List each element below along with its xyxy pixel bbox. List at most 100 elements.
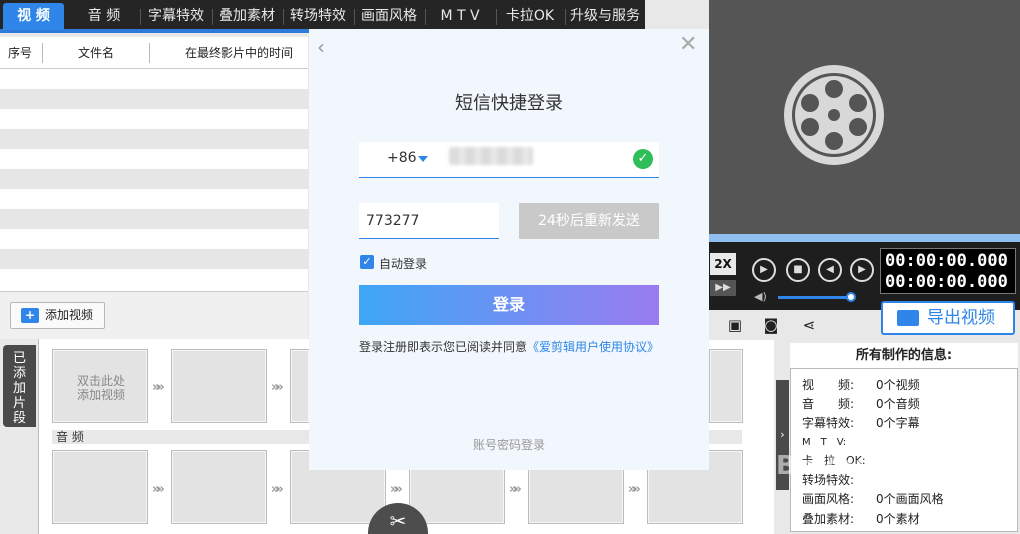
tab-subtitle-effects[interactable]: 字幕特效 — [144, 3, 208, 30]
save-as-icon[interactable]: ◙ — [762, 316, 780, 334]
reel-hole — [801, 118, 819, 136]
column-header-time[interactable]: 在最终影片中的时间 — [150, 37, 328, 69]
phone-number-masked — [449, 147, 533, 165]
volume-icon[interactable]: ◀) — [754, 290, 767, 303]
fast-forward-icon[interactable]: ▶▶ — [710, 280, 736, 296]
info-value-video: 0个视频 — [876, 378, 920, 392]
next-arrow-icon: »» — [271, 380, 284, 395]
info-value-picture-style: 0个画面风格 — [876, 492, 944, 506]
added-segments-tab[interactable]: 已添加片段 — [3, 345, 36, 427]
reel-hole — [828, 109, 840, 121]
next-frame-icon[interactable]: ▶ — [850, 258, 874, 282]
current-time: 00:00:00.000 — [885, 251, 1008, 271]
table-row — [0, 209, 308, 229]
info-value-overlay: 0个素材 — [876, 512, 920, 526]
next-arrow-icon: »» — [628, 482, 641, 497]
tab-divider — [140, 9, 141, 25]
info-key-subtitle: 字幕特效: — [802, 416, 855, 430]
clip-table-body — [0, 69, 308, 291]
reel-hole — [849, 94, 867, 112]
tab-picture-style[interactable]: 画面风格 — [357, 3, 421, 30]
next-arrow-icon: »» — [152, 482, 165, 497]
reel-hole — [825, 132, 843, 150]
reel-hole — [849, 118, 867, 136]
chevron-down-icon[interactable] — [418, 156, 428, 162]
login-button[interactable]: 登录 — [359, 285, 659, 325]
tab-mtv[interactable]: M T V — [428, 3, 492, 30]
tab-overlay-materials[interactable]: 叠加素材 — [215, 3, 279, 30]
auto-login-label[interactable]: 自动登录 — [379, 255, 427, 272]
column-header-index[interactable]: 序号 — [0, 37, 40, 69]
tab-karaoke[interactable]: 卡拉OK — [499, 3, 561, 30]
speed-button[interactable]: 2X — [710, 253, 736, 275]
info-key-video: 视 频: — [802, 378, 855, 392]
clip-slot[interactable] — [290, 349, 310, 423]
stop-icon[interactable]: ■ — [786, 258, 810, 282]
table-row — [0, 89, 308, 109]
next-arrow-icon: »» — [390, 482, 403, 497]
auto-login-checkbox[interactable]: ✓ — [360, 255, 374, 269]
added-segments-label: 已添加片段 — [12, 351, 26, 426]
export-video-button[interactable]: 导出视频 — [881, 301, 1015, 335]
info-key-picture-style: 画面风格: — [802, 492, 855, 506]
next-arrow-icon: »» — [509, 482, 522, 497]
verification-code-input[interactable] — [359, 203, 499, 239]
tab-upgrade-service[interactable]: 升级与服务 — [567, 3, 643, 30]
tab-divider — [354, 9, 355, 25]
password-login-link[interactable]: 账号密码登录 — [309, 436, 709, 453]
info-key-overlay: 叠加素材: — [802, 512, 855, 526]
production-info-title: 所有制作的信息: — [790, 343, 1018, 369]
info-value-audio: 0个音频 — [876, 397, 920, 411]
tab-divider — [496, 9, 497, 25]
back-arrow-icon[interactable]: ‹ — [317, 35, 325, 59]
country-code-select[interactable]: +86 — [387, 150, 417, 166]
close-icon[interactable]: ✕ — [679, 32, 697, 57]
tab-divider — [565, 9, 566, 25]
export-video-label: 导出视频 — [927, 308, 995, 328]
volume-knob[interactable] — [846, 292, 856, 302]
tab-divider — [283, 9, 284, 25]
tab-divider — [425, 9, 426, 25]
add-video-button[interactable]: + 添加视频 — [10, 302, 105, 329]
play-icon[interactable]: ▶ — [752, 258, 776, 282]
clip-slot[interactable] — [171, 349, 267, 423]
table-row — [0, 129, 308, 149]
total-time: 00:00:00.000 — [885, 272, 1008, 292]
tab-transition-effects[interactable]: 转场特效 — [286, 3, 350, 30]
reel-hole — [825, 80, 843, 98]
column-divider — [42, 43, 43, 63]
column-header-filename[interactable]: 文件名 — [44, 37, 148, 69]
audio-slot[interactable] — [52, 450, 148, 524]
table-row — [0, 249, 308, 269]
next-arrow-icon: »» — [271, 482, 284, 497]
clip-slot[interactable] — [709, 349, 743, 423]
share-icon[interactable]: ⋖ — [800, 316, 818, 334]
next-arrow-icon: »» — [152, 380, 165, 395]
film-reel-core — [795, 76, 873, 154]
add-video-label: 添加视频 — [45, 308, 94, 322]
export-icon — [897, 310, 919, 326]
placeholder-slot[interactable]: 双击此处添加视频 — [52, 349, 148, 423]
resend-code-button[interactable]: 24秒后重新发送 — [519, 203, 659, 239]
baidu-watermark: Baidu 经验 — [776, 451, 929, 481]
reel-hole — [801, 94, 819, 112]
dialog-title: 短信快捷登录 — [455, 93, 563, 114]
tab-divider — [212, 9, 213, 25]
volume-slider[interactable] — [778, 296, 851, 299]
tab-video[interactable]: 视 频 — [3, 3, 64, 30]
add-video-bar: + 添加视频 — [0, 291, 308, 339]
save-icon[interactable]: ▣ — [726, 316, 744, 334]
time-display: 00:00:00.000 00:00:00.000 — [880, 248, 1016, 294]
check-circle-icon: ✓ — [633, 149, 653, 169]
playback-progress-fill — [709, 234, 1020, 242]
user-agreement-link[interactable]: 《爱剪辑用户使用协议》 — [527, 340, 659, 354]
prev-frame-icon[interactable]: ◀ — [818, 258, 842, 282]
info-key-audio: 音 频: — [802, 397, 855, 411]
info-value-subtitle: 0个字幕 — [876, 416, 920, 430]
table-row — [0, 169, 308, 189]
clip-table-header: 序号 文件名 在最终影片中的时间 — [0, 37, 308, 69]
tab-audio[interactable]: 音 频 — [74, 3, 134, 30]
agreement-text: 登录注册即表示您已阅读并同意《爱剪辑用户使用协议》 — [359, 338, 659, 355]
placeholder-slot-text: 双击此处添加视频 — [76, 374, 125, 402]
audio-slot[interactable] — [171, 450, 267, 524]
